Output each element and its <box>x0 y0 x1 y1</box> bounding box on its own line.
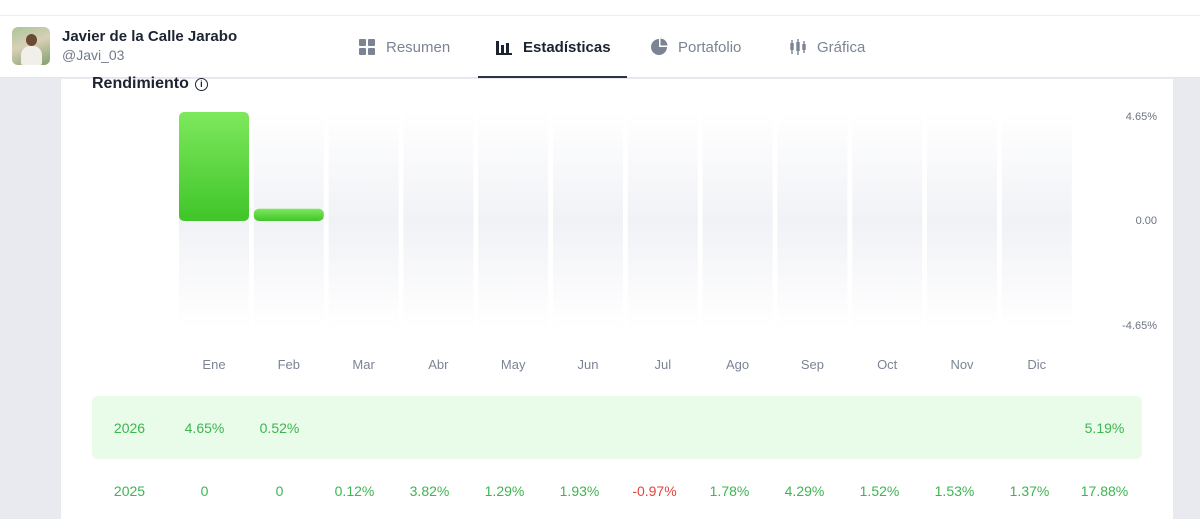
month-value: 1.37% <box>1009 482 1050 499</box>
bar-slot-lower <box>777 221 848 329</box>
row-year: 2026 <box>113 419 146 436</box>
top-strip <box>0 0 1200 16</box>
month-value: 0.52% <box>259 419 300 436</box>
bar-chart-icon <box>495 38 513 56</box>
bar-slot-lower <box>852 221 923 329</box>
bar-slot-upper <box>927 112 997 221</box>
bar-slot-upper <box>253 112 324 221</box>
month-value <box>542 396 617 459</box>
row-total: 17.88% <box>1080 482 1129 499</box>
tab-resumen-label: Resumen <box>386 38 451 56</box>
bar-slot-upper <box>478 112 549 221</box>
bar-slot-lower <box>927 221 997 329</box>
month-label: Sep <box>800 357 824 372</box>
month-value: 1.78% <box>709 482 750 499</box>
month-value: 0.12% <box>334 482 375 499</box>
avatar-body <box>21 46 42 65</box>
month-value <box>917 396 992 459</box>
bar-slot-lower <box>702 221 773 329</box>
month-value <box>617 396 692 459</box>
bar-slot-lower <box>627 221 698 329</box>
bar-slot-upper <box>777 112 848 221</box>
profile-header: Javier de la Calle Jarabo @Javi_03 Resum… <box>0 16 1200 78</box>
user-name: Javier de la Calle Jarabo <box>62 28 238 45</box>
grid-icon <box>358 38 376 56</box>
bar-slot-lower <box>403 221 474 329</box>
bar-slot-upper <box>1001 112 1072 221</box>
row-total: 5.19% <box>1084 419 1125 436</box>
bar-slot-upper <box>702 112 773 221</box>
y-tick-bottom: -4.65% <box>1122 320 1157 332</box>
bar-slot-upper <box>852 112 923 221</box>
row-year: 2025 <box>113 482 146 499</box>
tab-estadisticas-label: Estadísticas <box>523 38 611 56</box>
month-label: Abr <box>428 357 449 372</box>
month-label: Mar <box>352 357 375 372</box>
tab-resumen[interactable]: Resumen <box>358 16 450 78</box>
bar-slot-lower <box>253 221 324 329</box>
month-value: -0.97% <box>632 482 677 499</box>
bar-slot-lower <box>1001 221 1072 329</box>
month-label: Jun <box>577 357 599 372</box>
month-label: Oct <box>877 357 898 372</box>
avatar-head <box>26 34 37 46</box>
month-value <box>767 396 842 459</box>
month-value: 1.52% <box>859 482 900 499</box>
tab-estadisticas[interactable]: Estadísticas <box>478 16 627 78</box>
month-label: Jul <box>654 357 672 372</box>
avatar[interactable] <box>12 27 50 65</box>
month-value <box>692 396 767 459</box>
month-label: Ago <box>726 357 750 372</box>
month-value: 1.93% <box>559 482 600 499</box>
month-label: Feb <box>277 357 300 372</box>
month-value <box>317 396 392 459</box>
bar-slot-upper <box>403 112 474 221</box>
month-value: 3.82% <box>409 482 450 499</box>
month-label: Nov <box>950 357 974 372</box>
tab-portafolio[interactable]: Portafolio <box>650 16 741 78</box>
month-value: 1.29% <box>484 482 525 499</box>
month-value <box>392 396 467 459</box>
month-label: Dic <box>1027 357 1047 372</box>
bar-slot-lower <box>328 221 399 329</box>
bar-slot-lower <box>553 221 623 329</box>
month-value: 0 <box>200 482 209 499</box>
month-value <box>842 396 917 459</box>
pie-chart-icon <box>650 38 668 56</box>
month-value: 1.53% <box>934 482 975 499</box>
bar-slot-upper <box>328 112 399 221</box>
month-label: May <box>500 357 526 372</box>
month-value <box>992 396 1067 459</box>
tab-grafica[interactable]: Gráfica <box>789 16 865 78</box>
tab-grafica-label: Gráfica <box>817 38 866 56</box>
y-tick-top: 4.65% <box>1125 111 1157 123</box>
bar-slot-lower <box>478 221 549 329</box>
bar-feb[interactable] <box>253 208 324 221</box>
y-tick-zero: 0.00 <box>1135 215 1157 227</box>
month-value: 4.29% <box>784 482 825 499</box>
statistics-panel: Rendimiento i 4.65% 0.00 -4.65% Ene Feb Ma… <box>61 75 1173 519</box>
year-row-2026[interactable]: 2026 4.65% 0.52% 5.19% <box>92 396 1142 459</box>
year-row-2025[interactable]: 2025 0 0 0.12% 3.82% 1.29% 1.93% -0.97% 1.78% 4.… <box>92 459 1142 519</box>
bar-ene[interactable] <box>179 112 249 221</box>
month-value <box>467 396 542 459</box>
user-handle: @Javi_03 <box>62 47 125 63</box>
month-label: Ene <box>202 357 226 372</box>
bar-slot-upper <box>553 112 623 221</box>
tab-portafolio-label: Portafolio <box>678 38 742 56</box>
bar-slot-lower <box>179 221 249 329</box>
bar-slot-upper <box>627 112 698 221</box>
performance-chart <box>179 112 1072 329</box>
month-value: 0 <box>275 482 284 499</box>
candlestick-icon <box>789 38 807 56</box>
month-value: 4.65% <box>184 419 225 436</box>
